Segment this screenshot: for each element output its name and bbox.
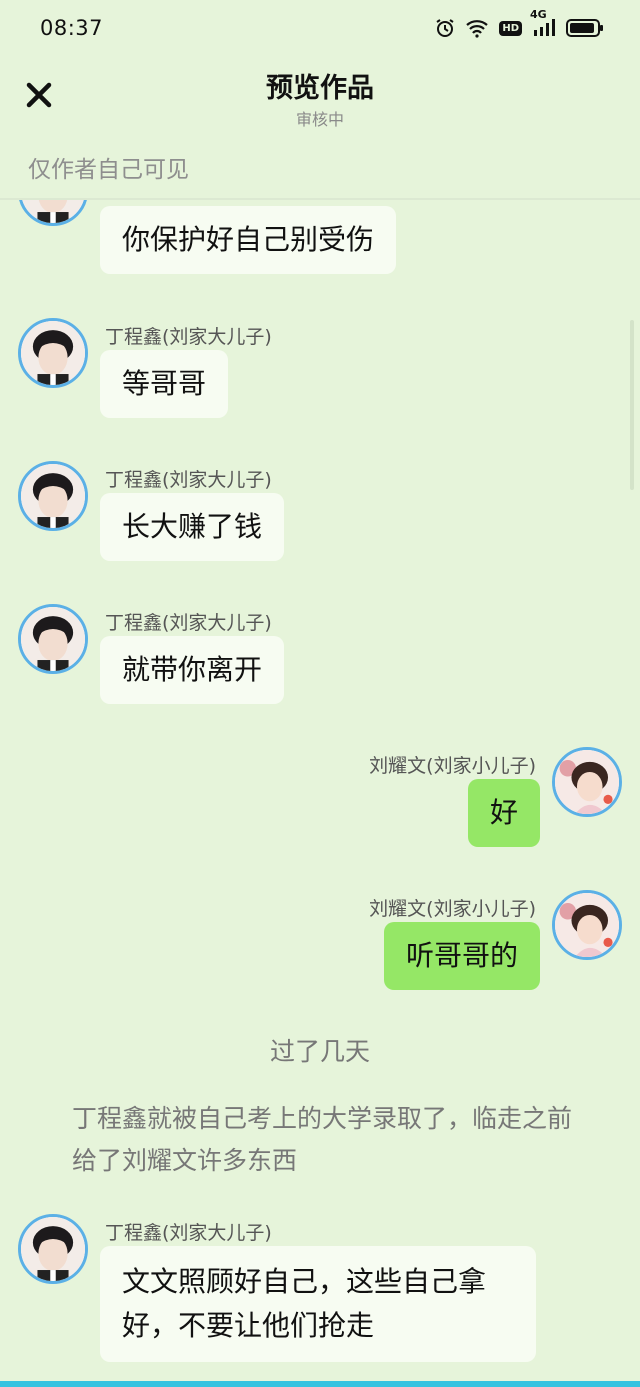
message-bubble[interactable]: 文文照顾好自己，这些自己拿好，不要让他们抢走 <box>100 1246 536 1362</box>
narration-time-skip: 过了几天 <box>269 1037 370 1066</box>
message-bubble[interactable]: 就带你离开 <box>100 636 285 704</box>
status-icons: HD 4G <box>435 8 603 38</box>
sender-name: 丁程鑫(刘家大儿子) <box>105 1222 272 1244</box>
avatar-ding[interactable] <box>18 1214 88 1284</box>
signal-icon: 4G <box>530 8 556 38</box>
avatar-ding[interactable] <box>18 461 88 531</box>
page-title: 预览作品 <box>266 73 374 104</box>
narration-paragraph: 丁程鑫就被自己考上的大学录取了，临走之前给了刘耀文许多东西 <box>72 1104 573 1175</box>
sender-name: 丁程鑫(刘家大儿子) <box>105 469 272 491</box>
review-status: 审核中 <box>295 110 344 129</box>
status-bar: 08:37 HD 4G <box>0 0 640 56</box>
message-bubble[interactable]: 长大赚了钱 <box>100 493 285 561</box>
sender-name: 刘耀文(刘家小儿子) <box>369 898 536 920</box>
status-time: 08:37 <box>40 16 104 40</box>
scrollbar[interactable] <box>630 320 634 490</box>
avatar-liu[interactable] <box>552 890 622 960</box>
message-bubble[interactable]: 好 <box>467 779 540 847</box>
avatar-liu[interactable] <box>552 747 622 817</box>
avatar-ding[interactable] <box>18 318 88 388</box>
battery-icon <box>566 19 603 37</box>
message-bubble[interactable]: 听哥哥的 <box>383 922 540 990</box>
message-bubble[interactable]: 等哥哥 <box>100 350 229 418</box>
alarm-icon <box>435 18 455 38</box>
header: 预览作品 审核中 <box>0 56 640 136</box>
avatar-ding[interactable] <box>18 604 88 674</box>
bottom-progress-bar <box>0 1381 640 1387</box>
network-type-label: 4G <box>530 8 547 21</box>
sender-name: 丁程鑫(刘家大儿子) <box>105 326 272 348</box>
hd-icon: HD <box>499 20 522 36</box>
avatar-ding[interactable] <box>18 200 88 226</box>
message-bubble[interactable]: 你保护好自己别受伤 <box>100 206 397 274</box>
wifi-icon <box>465 18 489 38</box>
sender-name: 丁程鑫(刘家大儿子) <box>105 612 272 634</box>
sender-name: 刘耀文(刘家小儿子) <box>369 755 536 777</box>
chat-area[interactable]: 你保护好自己别受伤 丁程鑫(刘家大儿子) 等哥哥 丁程鑫(刘家大儿子) 长大赚了… <box>0 200 640 1380</box>
visibility-note: 仅作者自己可见 <box>28 157 189 183</box>
